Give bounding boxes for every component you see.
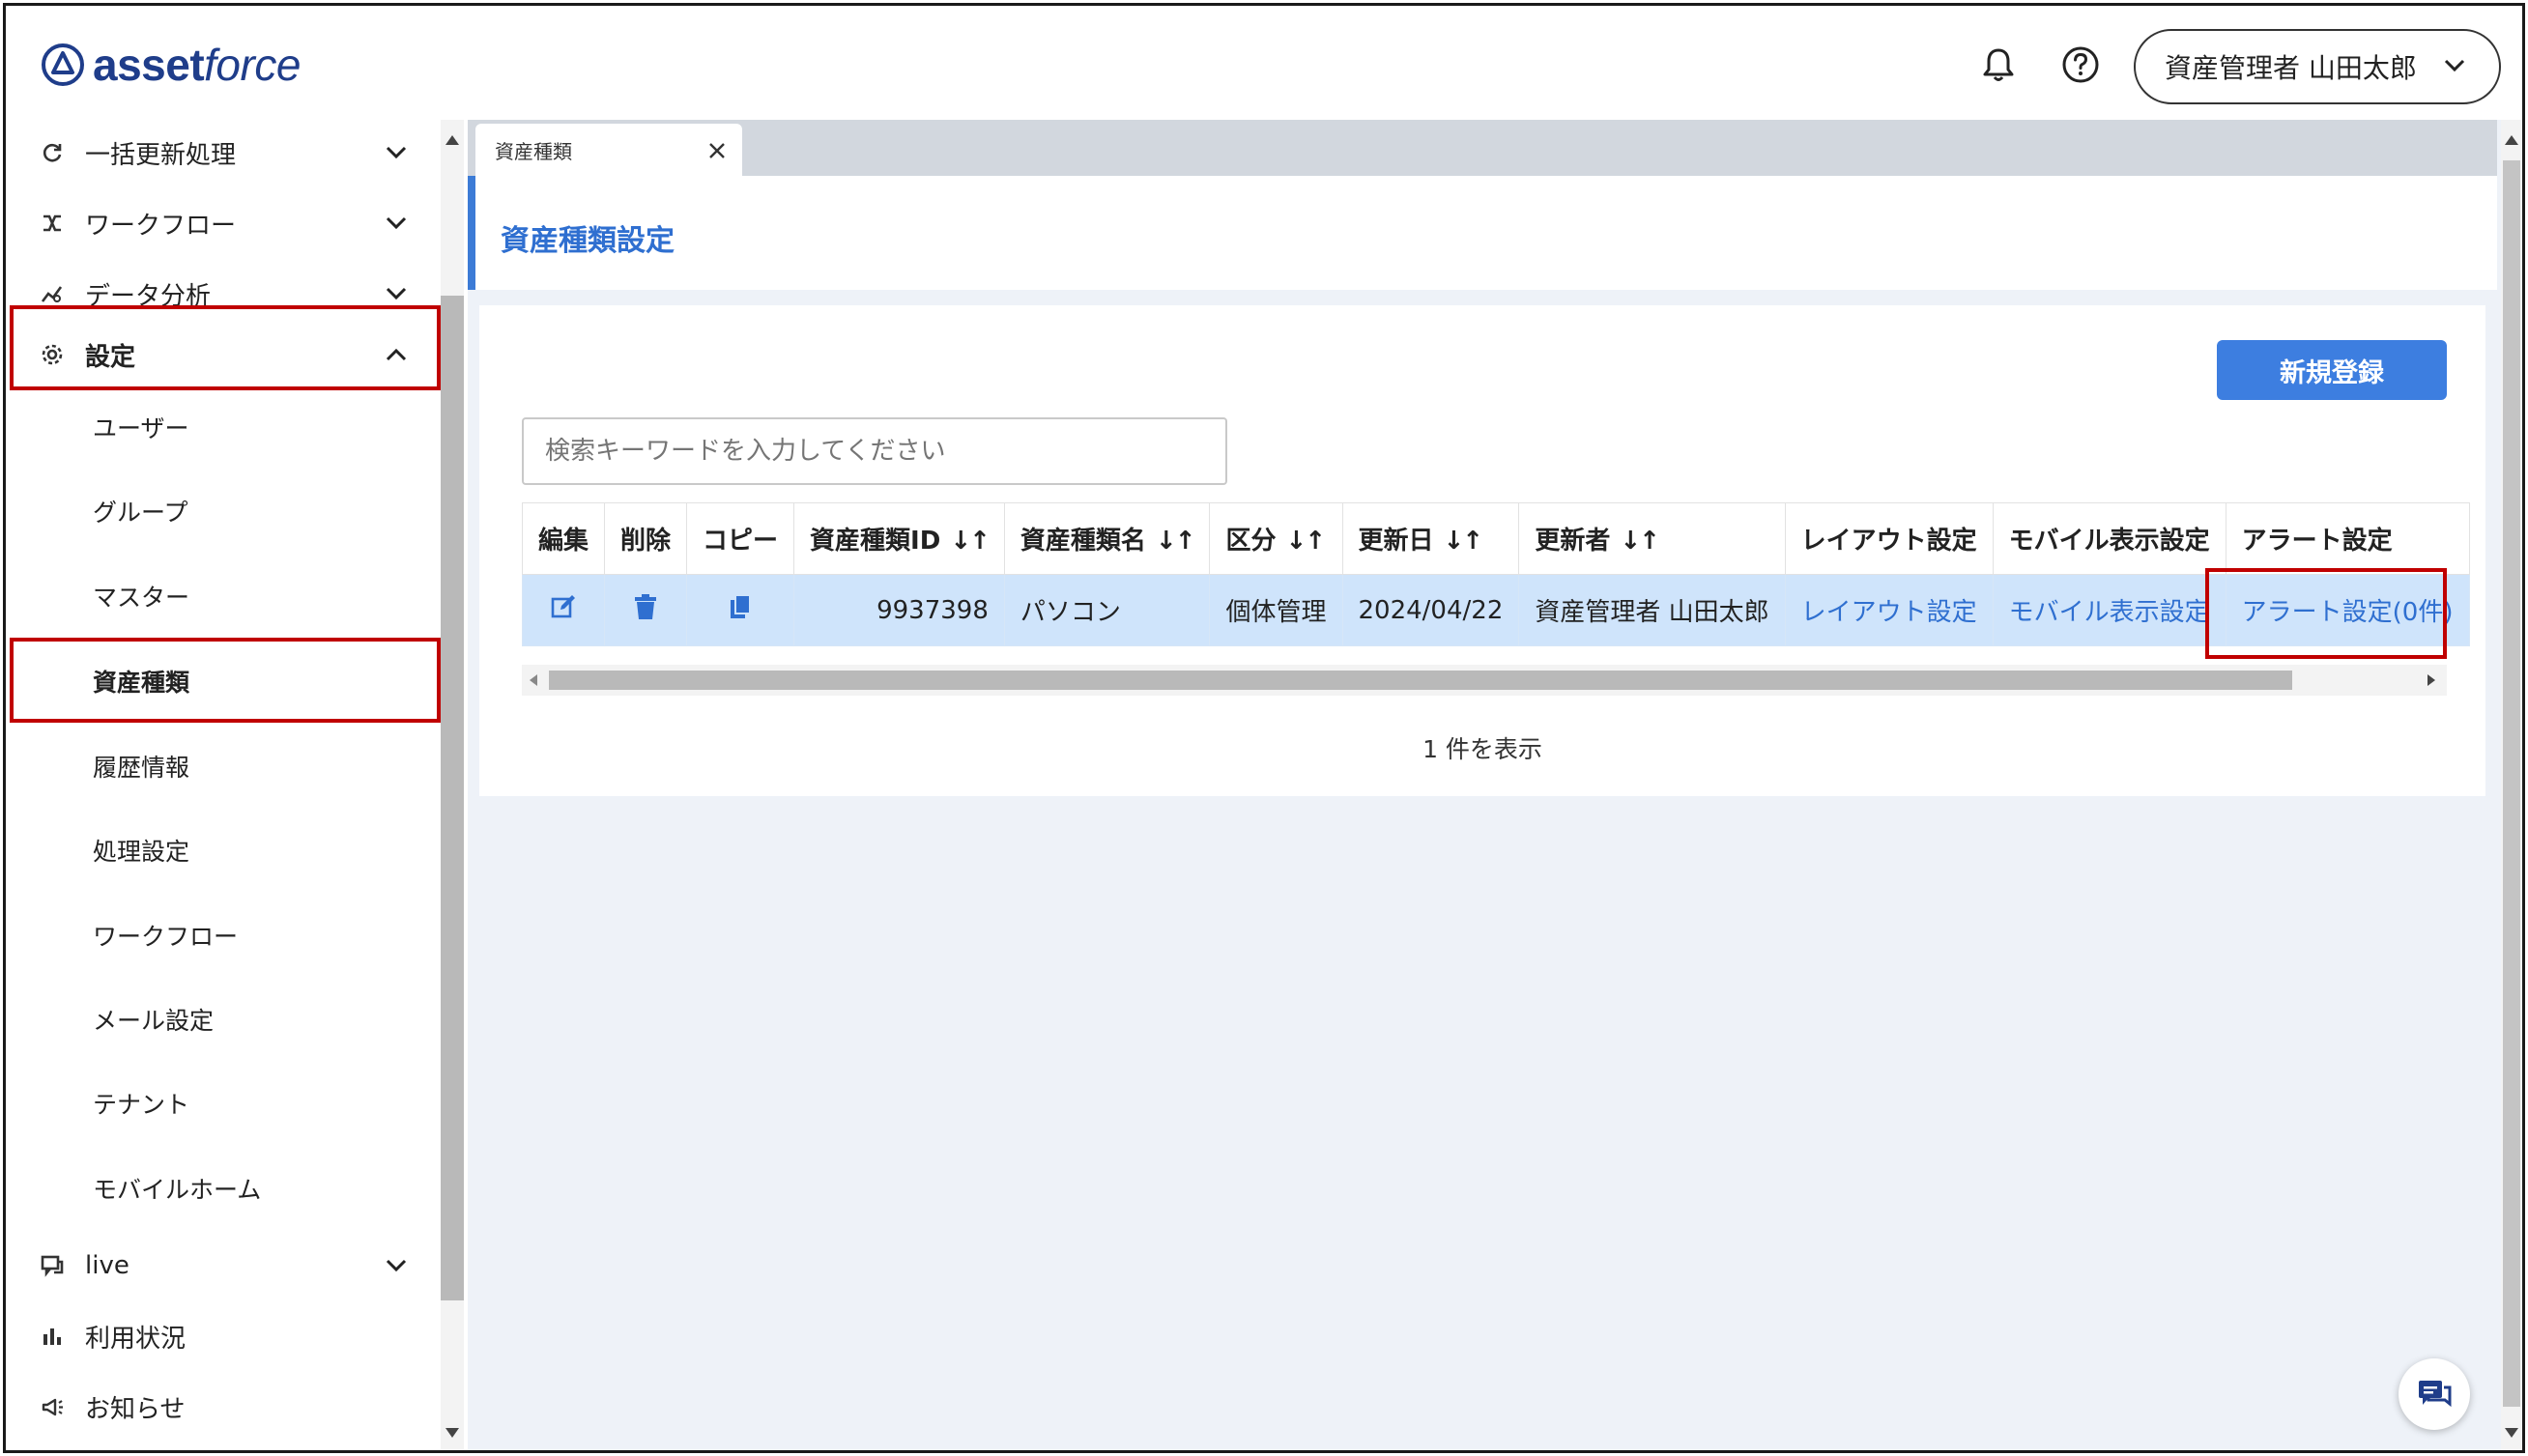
sidebar-item-bulk-update[interactable]: 一括更新処理 <box>6 120 431 187</box>
mobile-display-settings-link[interactable]: モバイル表示設定 <box>1992 574 2226 646</box>
page-title: 資産種類設定 <box>501 224 675 258</box>
annotation-highlight-asset-types <box>10 638 441 723</box>
bell-icon[interactable] <box>1978 44 2019 85</box>
column-header-layout-settings: レイアウト設定 <box>1784 502 1994 575</box>
chevron-down-icon <box>2444 59 2465 72</box>
scroll-down-arrow-icon[interactable] <box>445 1428 459 1438</box>
main-scrollbar-thumb[interactable] <box>2503 160 2520 1407</box>
user-name: 資産管理者 山田太郎 <box>2165 52 2417 84</box>
chat-button[interactable] <box>2399 1358 2470 1430</box>
sidebar-subitem-master[interactable]: マスター <box>6 557 431 635</box>
annotation-highlight-settings <box>10 305 441 390</box>
chevron-down-icon <box>386 146 407 159</box>
updated-date-cell: 2024/04/22 <box>1341 574 1520 646</box>
scroll-down-arrow-icon[interactable] <box>2505 1428 2518 1438</box>
help-icon[interactable] <box>2060 44 2101 85</box>
megaphone-icon <box>42 1398 63 1416</box>
sort-icon[interactable]: ↓↑ <box>1286 527 1327 556</box>
copy-icon[interactable] <box>728 593 753 620</box>
sidebar-item-workflow[interactable]: ワークフロー <box>6 188 431 258</box>
asset-type-table: 編集 削除 コピー 資産種類ID ↓↑ 資産種類名 ↓↑ 区分 ↓↑ 更新日 ↓↑ 更新… <box>521 502 2470 646</box>
table-row[interactable]: 9937398 パソコン 個体管理 2024/04/22 資産管理者 山田太郎 … <box>521 574 2470 646</box>
sort-icon[interactable]: ↓↑ <box>1156 527 1196 556</box>
chevron-down-icon <box>386 216 407 230</box>
page-header: 資産種類設定 <box>468 176 2497 290</box>
user-menu[interactable]: 資産管理者 山田太郎 <box>2134 29 2501 104</box>
column-header-asset-type-id[interactable]: 資産種類ID ↓↑ <box>793 502 1005 575</box>
sidebar-item-live[interactable]: live <box>6 1231 431 1300</box>
sidebar-item-notices[interactable]: お知らせ <box>6 1372 431 1442</box>
refresh-icon <box>43 143 62 162</box>
column-header-asset-type-name[interactable]: 資産種類名 ↓↑ <box>1003 502 1211 575</box>
live-icon <box>41 1255 64 1277</box>
scroll-left-arrow-icon[interactable] <box>530 674 537 686</box>
brand-name: assetforce <box>93 40 301 90</box>
search-input[interactable] <box>522 417 1227 485</box>
sidebar-subitem-groups[interactable]: グループ <box>6 472 431 550</box>
workflow-icon <box>43 214 61 232</box>
sort-icon[interactable]: ↓↑ <box>1620 527 1660 556</box>
trash-icon[interactable] <box>633 593 658 620</box>
column-header-category[interactable]: 区分 ↓↑ <box>1209 502 1343 575</box>
tab-asset-types[interactable]: 資産種類 <box>475 124 742 176</box>
tab-bar: 資産種類 <box>468 120 2497 176</box>
chat-icon <box>2419 1381 2452 1408</box>
brand-logo-icon <box>42 43 84 86</box>
column-header-delete: 削除 <box>604 502 688 575</box>
sidebar-subitem-users[interactable]: ユーザー <box>6 388 431 466</box>
sidebar-scrollbar-thumb[interactable] <box>441 296 464 1300</box>
brand-logo[interactable]: assetforce <box>41 39 301 91</box>
annotation-highlight-alert-settings <box>2205 568 2447 659</box>
scroll-up-arrow-icon[interactable] <box>2505 135 2518 145</box>
top-bar: assetforce 資産管理者 山田太郎 <box>6 6 2522 120</box>
new-registration-button[interactable]: 新規登録 <box>2217 340 2447 400</box>
sort-icon[interactable]: ↓↑ <box>1444 527 1484 556</box>
copy-cell[interactable] <box>686 574 795 646</box>
column-header-copy: コピー <box>686 502 795 575</box>
edit-cell[interactable] <box>521 574 606 646</box>
column-header-updater[interactable]: 更新者 ↓↑ <box>1518 502 1786 575</box>
column-header-alert-settings: アラート設定 <box>2225 502 2470 575</box>
content-card: 新規登録 編集 削除 コピー 資産種類ID↓↑ 資産種類名↓↑ 区分↓↑ 更新日… <box>479 305 2485 796</box>
updater-cell: 資産管理者 山田太郎 <box>1518 574 1786 646</box>
sidebar: 一括更新処理 ワークフロー データ分析 設定 ユーザー グループ マスター 資産… <box>6 120 441 1450</box>
delete-cell[interactable] <box>604 574 688 646</box>
layout-settings-link[interactable]: レイアウト設定 <box>1784 574 1994 646</box>
column-header-edit: 編集 <box>521 502 606 575</box>
table-horizontal-scrollbar-thumb[interactable] <box>549 671 2292 690</box>
main-content: 資産種類 資産種類設定 新規登録 編集 削除 コピー 資産種類ID↓↑ 資産種類… <box>468 120 2501 1450</box>
chevron-down-icon <box>386 287 407 300</box>
sidebar-subitem-mail-settings[interactable]: メール設定 <box>6 981 431 1058</box>
bar-chart-icon <box>43 1328 61 1345</box>
asset-type-name-cell: パソコン <box>1003 574 1211 646</box>
scroll-right-arrow-icon[interactable] <box>2427 674 2435 686</box>
edit-icon[interactable] <box>550 593 577 620</box>
category-cell: 個体管理 <box>1209 574 1343 646</box>
column-header-mobile-display-settings: モバイル表示設定 <box>1992 502 2226 575</box>
sidebar-subitem-history[interactable]: 履歴情報 <box>6 728 431 805</box>
result-count: 1 件を表示 <box>1422 735 1542 763</box>
sidebar-item-usage[interactable]: 利用状況 <box>6 1301 431 1371</box>
table-horizontal-scrollbar[interactable] <box>522 665 2447 696</box>
asset-type-id-cell: 9937398 <box>793 574 1005 646</box>
sidebar-subitem-mobile-home[interactable]: モバイルホーム <box>6 1150 431 1227</box>
sort-icon[interactable]: ↓↑ <box>950 527 991 556</box>
close-icon[interactable] <box>707 141 727 160</box>
column-header-updated-date[interactable]: 更新日 ↓↑ <box>1341 502 1520 575</box>
sidebar-subitem-workflow[interactable]: ワークフロー <box>6 897 431 974</box>
sidebar-subitem-process-settings[interactable]: 処理設定 <box>6 812 431 889</box>
table-header-row: 編集 削除 コピー 資産種類ID ↓↑ 資産種類名 ↓↑ 区分 ↓↑ 更新日 ↓↑ 更新… <box>521 502 2470 575</box>
chevron-down-icon <box>386 1259 407 1272</box>
scroll-up-arrow-icon[interactable] <box>445 135 459 145</box>
analytics-icon <box>41 286 63 302</box>
app-window: assetforce 資産管理者 山田太郎 一括更新処理 ワークフロー データ分… <box>3 3 2525 1453</box>
sidebar-subitem-tenant[interactable]: テナント <box>6 1065 431 1142</box>
